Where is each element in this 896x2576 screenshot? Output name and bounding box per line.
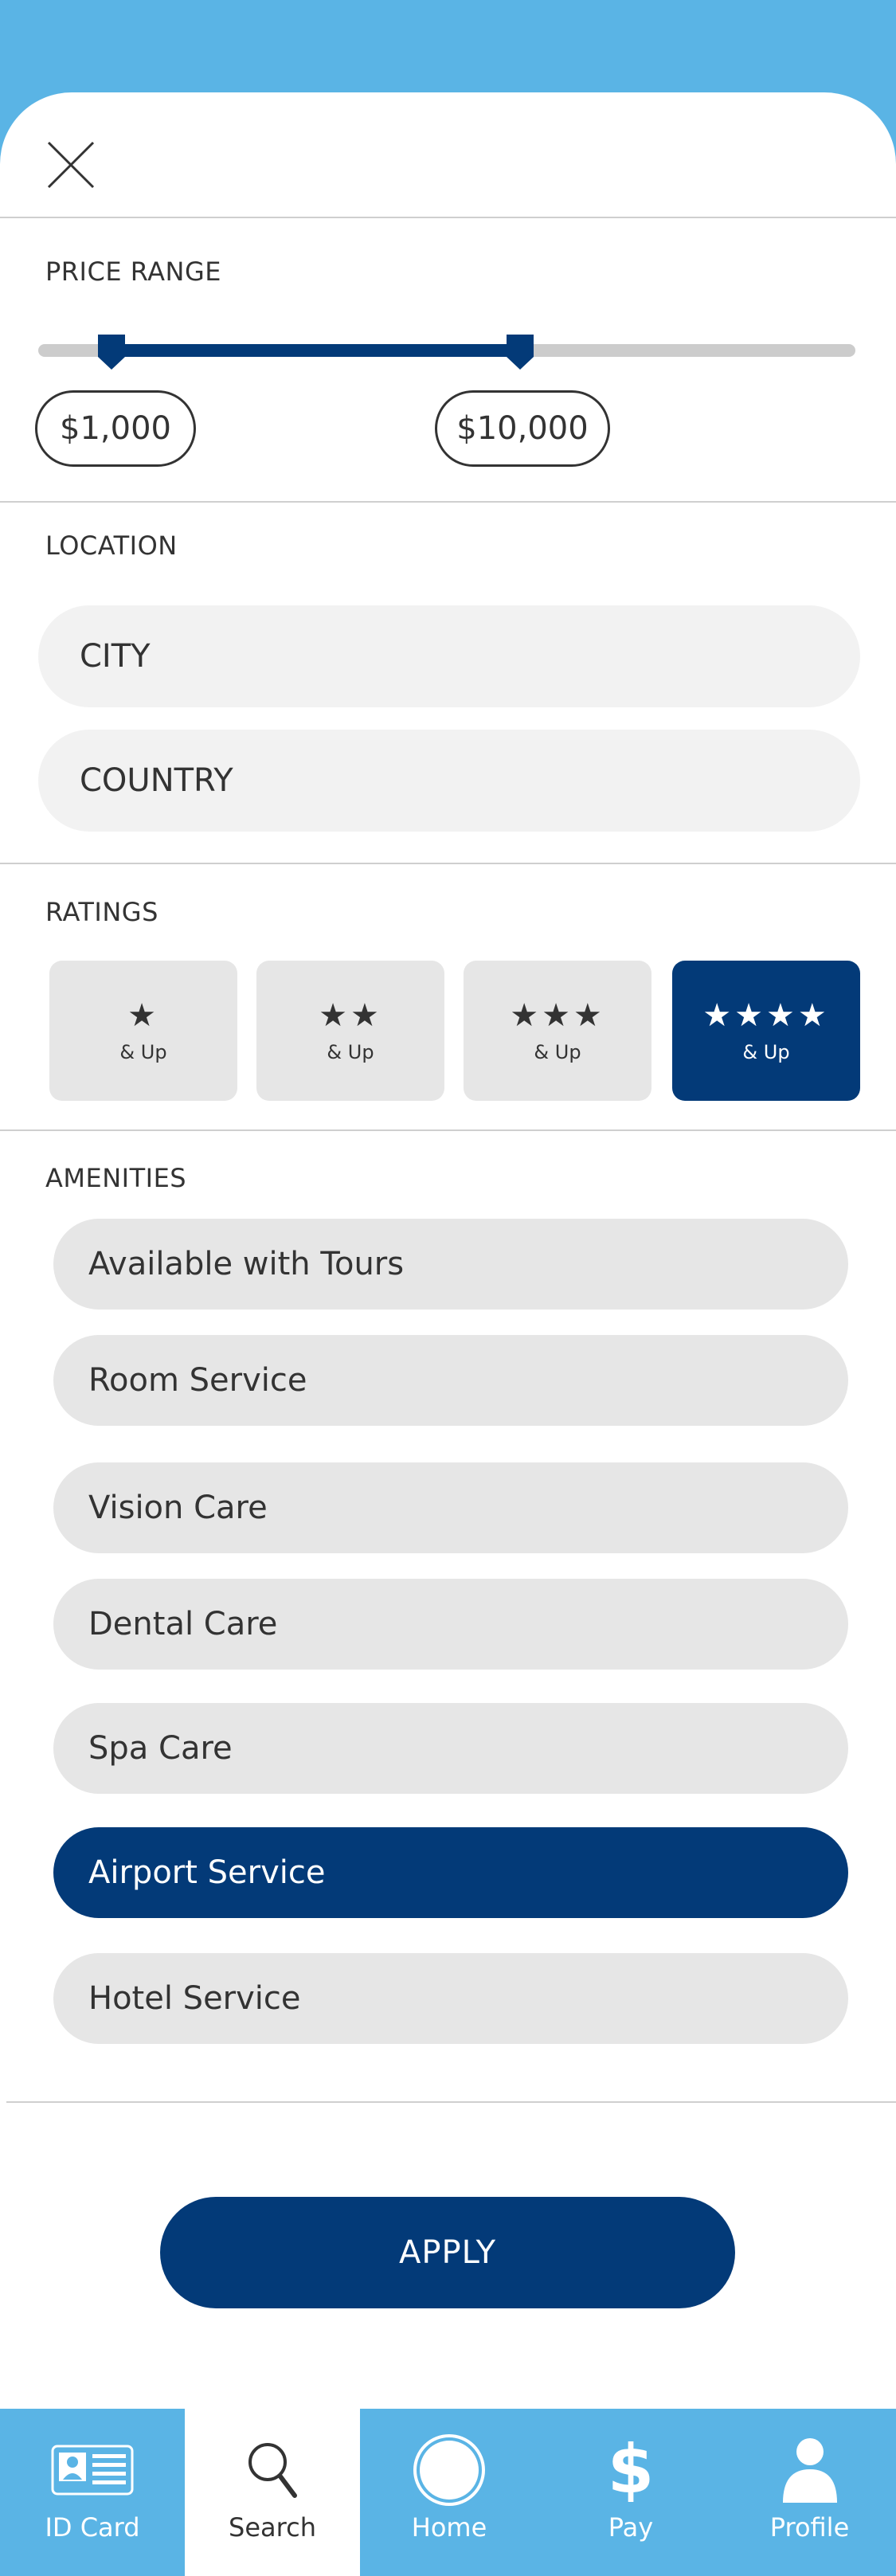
price-min-handle[interactable]	[98, 335, 126, 370]
tab-label: Search	[229, 2512, 316, 2543]
divider	[0, 863, 896, 864]
bottom-tab-bar: ID Card Search Home $ Pay Profile	[0, 2409, 896, 2576]
price-slider-fill	[112, 344, 521, 357]
star-icon: ★★	[319, 997, 382, 1034]
tab-label: Pay	[608, 2512, 654, 2543]
tab-pay[interactable]: $ Pay	[538, 2409, 723, 2576]
tab-search[interactable]: Search	[185, 2409, 360, 2576]
tab-label: Profile	[769, 2512, 850, 2543]
amenity-spa-care[interactable]: Spa Care	[53, 1703, 848, 1794]
rating-4-stars[interactable]: ★★★★ & Up	[672, 961, 860, 1101]
price-min-value: $1,000	[35, 390, 196, 467]
rating-label: & Up	[534, 1041, 581, 1063]
rating-label: & Up	[119, 1041, 167, 1063]
tab-profile[interactable]: Profile	[723, 2409, 896, 2576]
apply-button[interactable]: APPLY	[160, 2197, 735, 2308]
star-icon: ★	[127, 997, 159, 1034]
close-icon	[47, 141, 95, 189]
amenity-available-with-tours[interactable]: Available with Tours	[53, 1219, 848, 1310]
location-title: LOCATION	[45, 530, 178, 561]
star-icon: ★★★	[510, 997, 605, 1034]
amenity-dental-care[interactable]: Dental Care	[53, 1579, 848, 1670]
tab-label: ID Card	[45, 2512, 140, 2543]
search-icon	[245, 2434, 299, 2506]
tab-id-card[interactable]: ID Card	[0, 2409, 185, 2576]
price-max-handle[interactable]	[507, 335, 534, 370]
amenities-title: AMENITIES	[45, 1163, 187, 1193]
ratings-title: RATINGS	[45, 897, 158, 927]
country-input[interactable]: COUNTRY	[38, 730, 860, 832]
home-circle-icon	[413, 2434, 486, 2506]
profile-icon	[781, 2434, 839, 2506]
city-input[interactable]: CITY	[38, 605, 860, 707]
id-card-icon	[51, 2434, 134, 2506]
price-range-title: PRICE RANGE	[45, 256, 221, 287]
tab-home[interactable]: Home	[360, 2409, 538, 2576]
amenity-vision-care[interactable]: Vision Care	[53, 1462, 848, 1553]
svg-text:$: $	[608, 2438, 653, 2502]
divider	[6, 2101, 896, 2103]
price-slider-track[interactable]	[38, 344, 855, 357]
star-icon: ★★★★	[702, 997, 830, 1034]
rating-label: & Up	[327, 1041, 374, 1063]
divider	[0, 1129, 896, 1131]
rating-2-stars[interactable]: ★★ & Up	[256, 961, 444, 1101]
dollar-icon: $	[608, 2434, 653, 2506]
rating-label: & Up	[742, 1041, 790, 1063]
amenity-airport-service[interactable]: Airport Service	[53, 1827, 848, 1918]
tab-label: Home	[411, 2512, 487, 2543]
close-button[interactable]	[46, 140, 96, 190]
price-max-value: $10,000	[435, 390, 610, 467]
rating-3-stars[interactable]: ★★★ & Up	[464, 961, 651, 1101]
divider	[0, 501, 896, 503]
rating-1-star[interactable]: ★ & Up	[49, 961, 237, 1101]
divider	[0, 217, 896, 218]
amenity-room-service[interactable]: Room Service	[53, 1335, 848, 1426]
amenity-hotel-service[interactable]: Hotel Service	[53, 1953, 848, 2044]
